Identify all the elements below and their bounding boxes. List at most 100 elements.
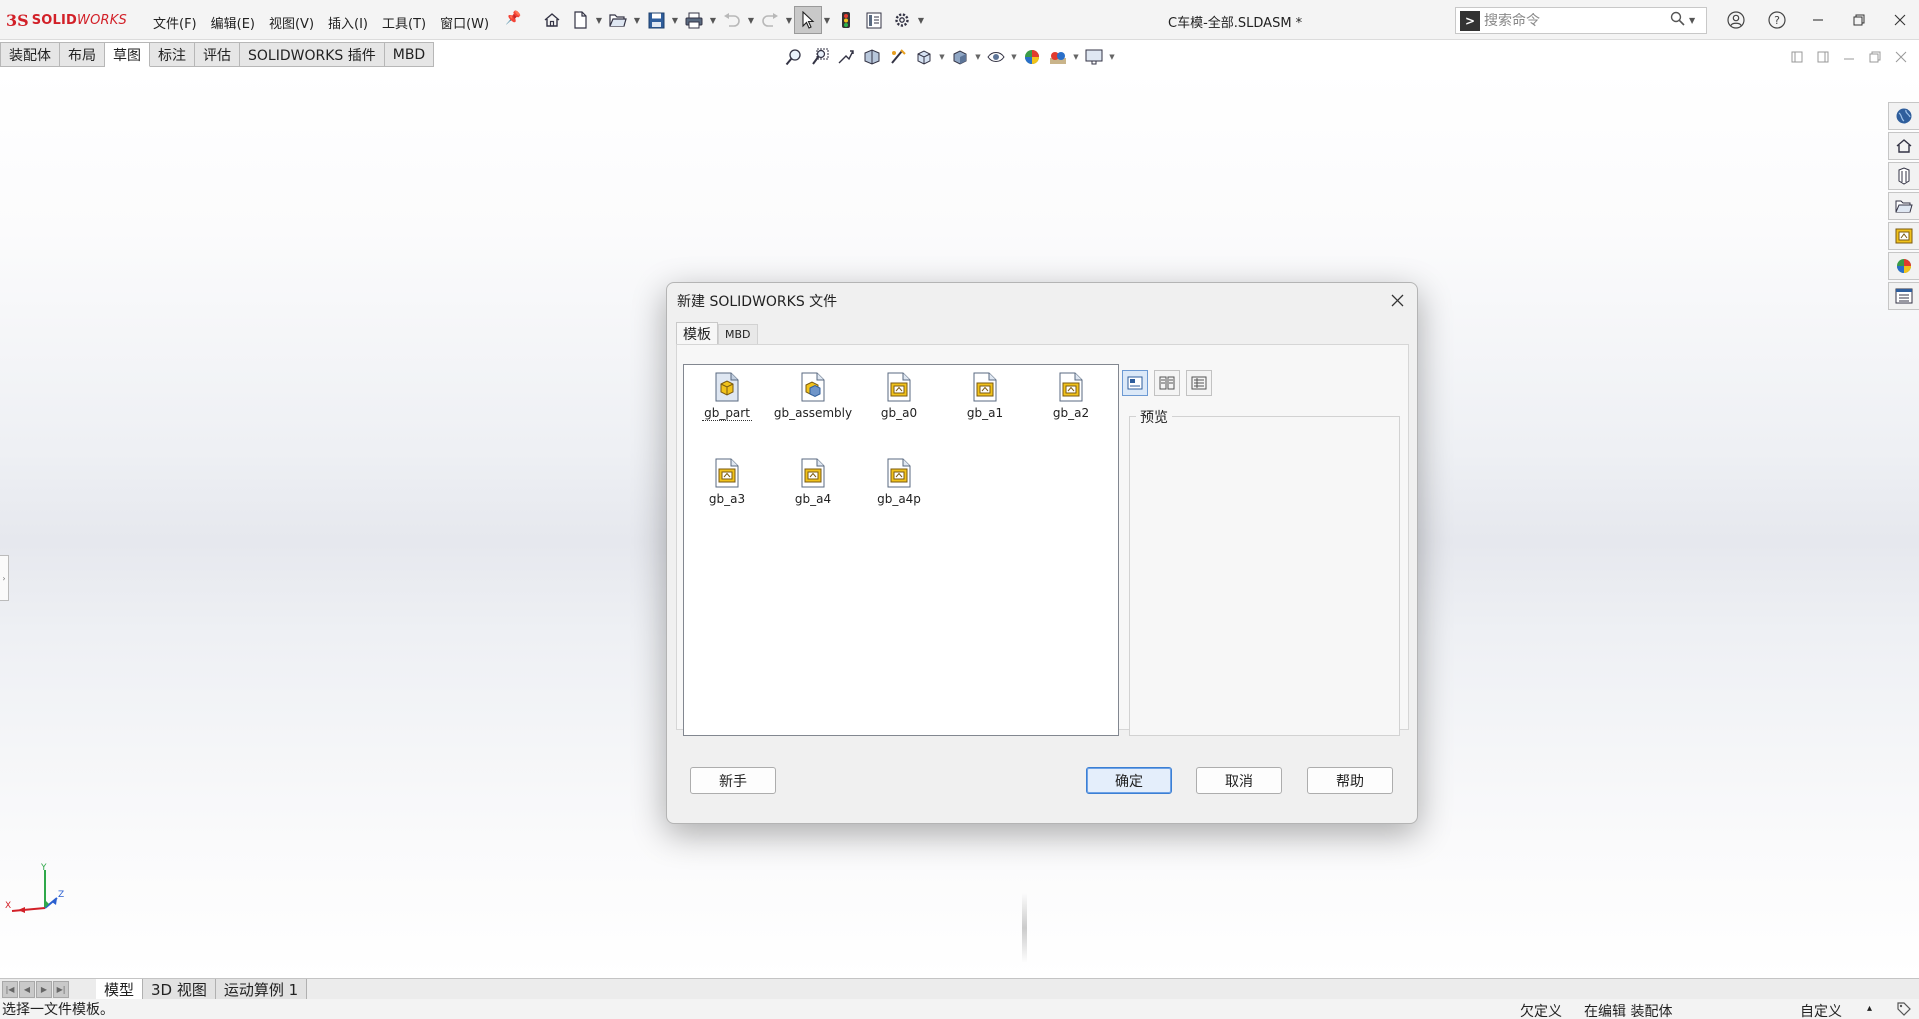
save-dropdown-caret[interactable]: ▼ xyxy=(670,6,680,34)
tab-model[interactable]: 模型 xyxy=(96,978,144,1000)
feature-manager-expand-handle[interactable]: › xyxy=(0,555,9,601)
tab-mbd[interactable]: MBD xyxy=(384,42,435,67)
template-gb-a1[interactable]: gb_a1 xyxy=(942,369,1028,439)
previous-view-button[interactable] xyxy=(834,45,858,69)
viewport-collapse-left-button[interactable] xyxy=(1786,47,1808,67)
tag-icon[interactable] xyxy=(1896,1001,1912,1019)
view-settings-caret[interactable]: ▼ xyxy=(1108,53,1116,61)
edit-appearance-button[interactable] xyxy=(1020,45,1044,69)
menu-window[interactable]: 窗口(W) xyxy=(433,11,496,34)
menu-view[interactable]: 视图(V) xyxy=(262,11,321,34)
redo-dropdown-caret[interactable]: ▼ xyxy=(784,6,794,34)
rebuild-button[interactable] xyxy=(832,6,860,34)
last-tab-button[interactable]: ▶| xyxy=(53,980,69,998)
home-tab[interactable] xyxy=(1888,132,1919,160)
options-dropdown-caret[interactable]: ▼ xyxy=(916,6,926,34)
custom-properties-tab[interactable] xyxy=(1888,282,1919,310)
tab-sketch[interactable]: 草图 xyxy=(105,42,150,67)
new-dropdown-caret[interactable]: ▼ xyxy=(594,6,604,34)
zoom-to-fit-button[interactable] xyxy=(782,45,806,69)
design-library-tab[interactable] xyxy=(1888,162,1919,190)
tab-3d-views[interactable]: 3D 视图 xyxy=(143,978,216,1000)
template-gb-a0[interactable]: gb_a0 xyxy=(856,369,942,439)
dynamic-annotation-button[interactable] xyxy=(886,45,910,69)
new-document-button[interactable] xyxy=(566,6,594,34)
cancel-button[interactable]: 取消 xyxy=(1196,767,1282,794)
template-gb-a2[interactable]: gb_a2 xyxy=(1028,369,1114,439)
tab-evaluate[interactable]: 评估 xyxy=(195,42,240,67)
menu-tools[interactable]: 工具(T) xyxy=(375,11,433,34)
template-gb-a3[interactable]: gb_a3 xyxy=(684,455,770,525)
tab-motion-study-1[interactable]: 运动算例 1 xyxy=(215,978,308,1000)
restore-button[interactable] xyxy=(1838,6,1879,34)
pin-menu-icon[interactable]: 📌 xyxy=(505,11,521,26)
viewport-minimize-button[interactable] xyxy=(1838,47,1860,67)
apply-scene-caret[interactable]: ▼ xyxy=(1072,53,1080,61)
solidworks-logo[interactable]: 3S SOLIDWORKS xyxy=(6,10,127,30)
dialog-close-button[interactable] xyxy=(1385,289,1409,311)
units-caret[interactable]: ▴ xyxy=(1867,1003,1872,1014)
viewport-restore-button[interactable] xyxy=(1864,47,1886,67)
tab-assembly[interactable]: 装配体 xyxy=(0,42,60,67)
display-style-button[interactable] xyxy=(948,45,972,69)
file-explorer-tab[interactable] xyxy=(1888,192,1919,220)
template-gb-assembly[interactable]: gb_assembly xyxy=(770,369,856,439)
options-button[interactable] xyxy=(888,6,916,34)
print-dropdown-caret[interactable]: ▼ xyxy=(708,6,718,34)
view-orientation-caret[interactable]: ▼ xyxy=(938,53,946,61)
minimize-button[interactable] xyxy=(1797,6,1838,34)
view-settings-button[interactable] xyxy=(1082,45,1106,69)
command-prompt-icon[interactable]: > xyxy=(1460,10,1480,31)
menu-file[interactable]: 文件(F) xyxy=(146,11,204,34)
ok-button[interactable]: 确定 xyxy=(1086,767,1172,794)
save-button[interactable] xyxy=(642,6,670,34)
first-tab-button[interactable]: |◀ xyxy=(2,980,18,998)
tab-solidworks-addins[interactable]: SOLIDWORKS 插件 xyxy=(240,42,385,67)
list-view-button[interactable] xyxy=(1154,370,1180,396)
hide-show-items-button[interactable] xyxy=(984,45,1008,69)
view-orientation-button[interactable] xyxy=(912,45,936,69)
menu-edit[interactable]: 编辑(E) xyxy=(204,11,262,34)
open-button[interactable] xyxy=(604,6,632,34)
details-view-button[interactable] xyxy=(1186,370,1212,396)
large-icons-view-button[interactable] xyxy=(1122,370,1148,396)
previous-tab-button[interactable]: ◀ xyxy=(19,980,35,998)
status-units-custom[interactable]: 自定义 xyxy=(1800,1001,1842,1019)
view-palette-tab[interactable] xyxy=(1888,222,1919,250)
tab-layout[interactable]: 布局 xyxy=(60,42,105,67)
select-button[interactable] xyxy=(794,6,822,34)
select-dropdown-caret[interactable]: ▼ xyxy=(822,6,832,34)
display-style-caret[interactable]: ▼ xyxy=(974,53,982,61)
account-button[interactable] xyxy=(1715,6,1756,34)
help-button[interactable]: ? xyxy=(1756,6,1797,34)
template-gb-a4[interactable]: gb_a4 xyxy=(770,455,856,525)
home-button[interactable] xyxy=(538,6,566,34)
tab-templates[interactable]: 模板 xyxy=(676,322,718,344)
appearances-tab[interactable] xyxy=(1888,252,1919,280)
hide-show-caret[interactable]: ▼ xyxy=(1010,53,1018,61)
template-gb-a4p[interactable]: gb_a4p xyxy=(856,455,942,525)
file-properties-button[interactable] xyxy=(860,6,888,34)
dialog-help-button[interactable]: 帮助 xyxy=(1307,767,1393,794)
close-window-button[interactable] xyxy=(1879,6,1919,34)
template-gb-part[interactable]: gb_part xyxy=(684,369,770,439)
next-tab-button[interactable]: ▶ xyxy=(36,980,52,998)
solidworks-resources-tab[interactable] xyxy=(1888,102,1919,130)
viewport-collapse-right-button[interactable] xyxy=(1812,47,1834,67)
search-icon[interactable] xyxy=(1670,11,1685,30)
section-view-button[interactable] xyxy=(860,45,884,69)
redo-button[interactable] xyxy=(756,6,784,34)
open-dropdown-caret[interactable]: ▼ xyxy=(632,6,642,34)
menu-insert[interactable]: 插入(I) xyxy=(321,11,375,34)
novice-button[interactable]: 新手 xyxy=(690,767,776,794)
print-button[interactable] xyxy=(680,6,708,34)
tab-markup[interactable]: 标注 xyxy=(150,42,195,67)
undo-dropdown-caret[interactable]: ▼ xyxy=(746,6,756,34)
search-dropdown-caret[interactable]: ▼ xyxy=(1689,16,1695,25)
viewport-close-button[interactable] xyxy=(1890,47,1912,67)
undo-button[interactable] xyxy=(718,6,746,34)
search-input[interactable] xyxy=(1484,12,1664,29)
zoom-to-area-button[interactable] xyxy=(808,45,832,69)
apply-scene-button[interactable] xyxy=(1046,45,1070,69)
tab-dialog-mbd[interactable]: MBD xyxy=(718,324,758,344)
